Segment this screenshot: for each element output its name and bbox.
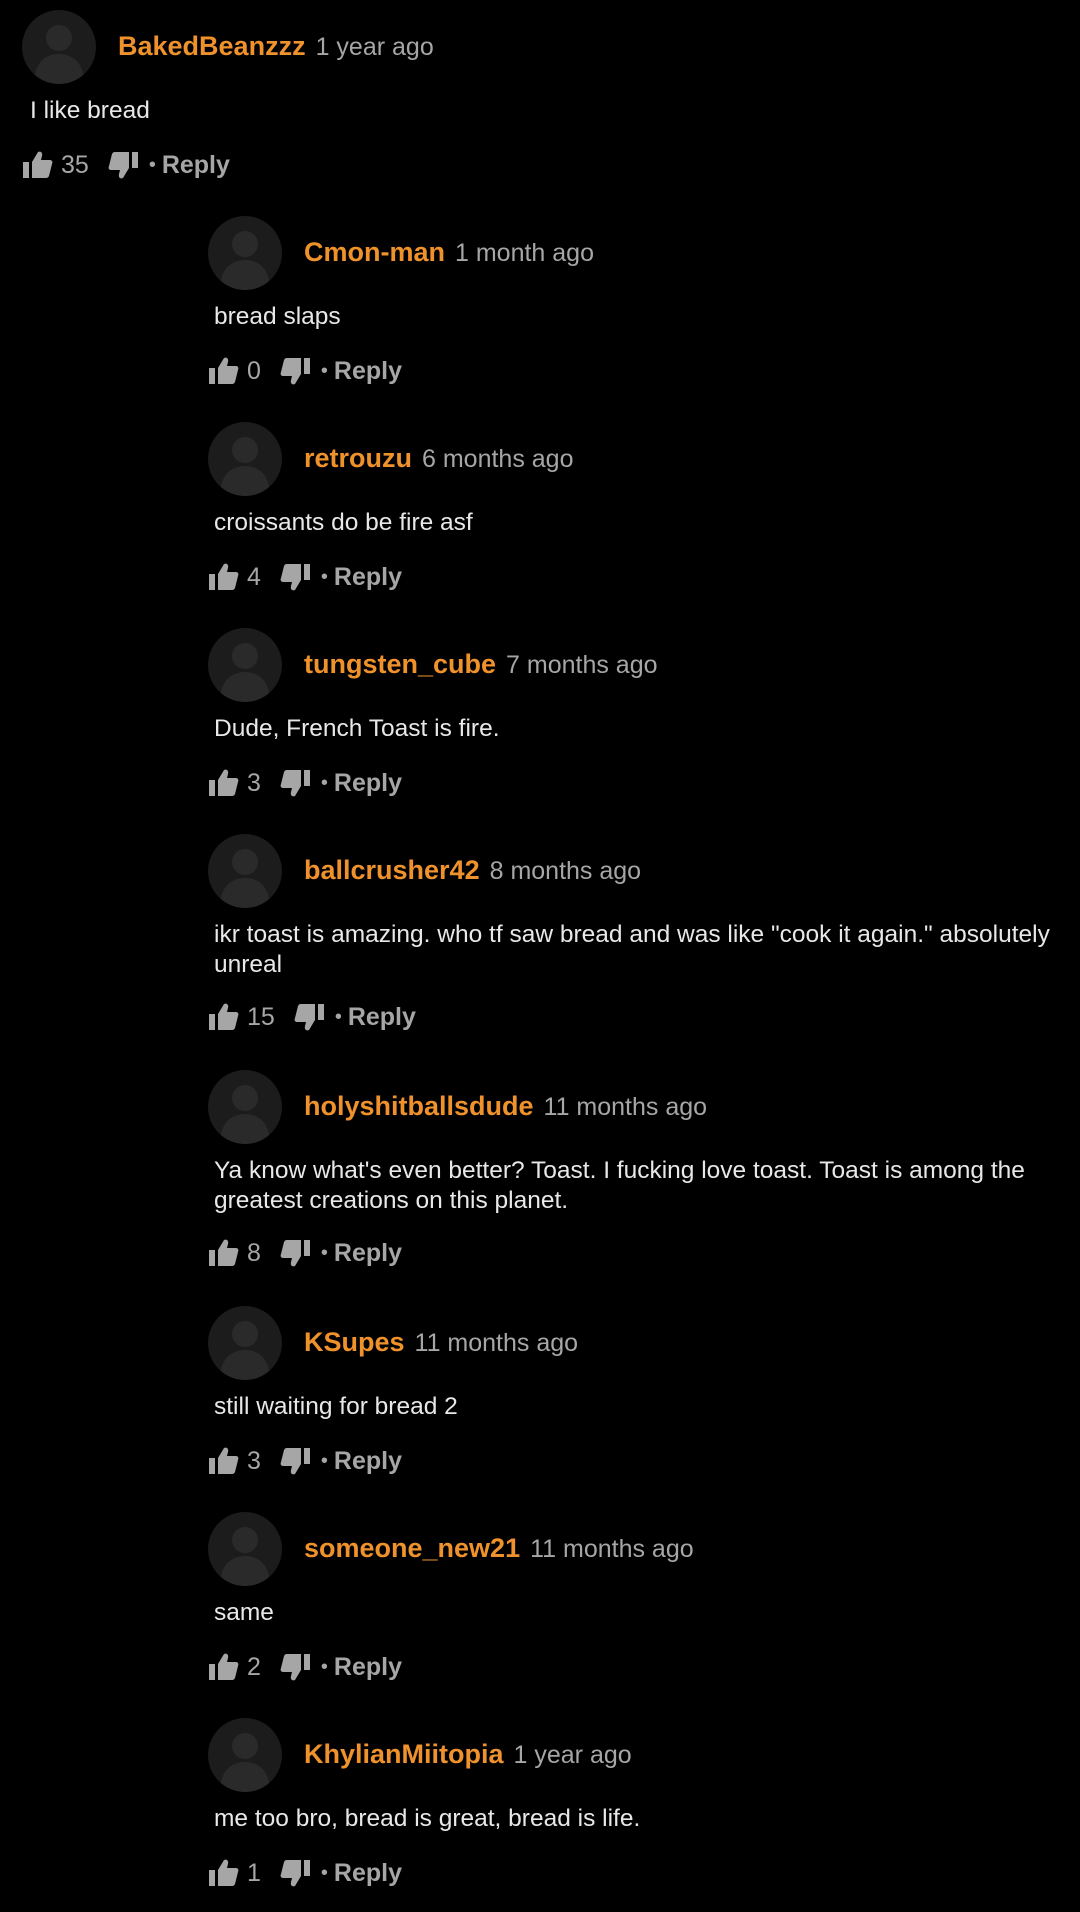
comment-timestamp: 6 months ago bbox=[422, 445, 574, 473]
comment-text: me too bro, bread is great, bread is lif… bbox=[214, 1805, 641, 1832]
separator-dot: • bbox=[320, 359, 328, 382]
default-avatar-icon[interactable] bbox=[208, 422, 282, 496]
reply-button[interactable]: Reply bbox=[334, 1239, 402, 1268]
default-avatar-icon[interactable] bbox=[208, 216, 282, 290]
username-link[interactable]: retrouzu bbox=[304, 443, 412, 473]
separator-dot: • bbox=[320, 771, 328, 794]
thumbs-up-icon[interactable] bbox=[208, 561, 240, 593]
default-avatar-icon[interactable] bbox=[208, 628, 282, 702]
thumbs-up-icon[interactable] bbox=[208, 1651, 240, 1683]
like-count: 8 bbox=[247, 1238, 261, 1267]
default-avatar-icon[interactable] bbox=[208, 834, 282, 908]
thumbs-down-icon[interactable] bbox=[279, 1857, 311, 1889]
thumbs-up-icon[interactable] bbox=[208, 1237, 240, 1269]
default-avatar-icon[interactable] bbox=[208, 1718, 282, 1792]
thumbs-down-icon[interactable] bbox=[279, 1237, 311, 1269]
comment-timestamp: 7 months ago bbox=[506, 651, 658, 679]
separator-dot: • bbox=[320, 1655, 328, 1678]
username-link[interactable]: someone_new21 bbox=[304, 1533, 520, 1563]
username-link[interactable]: holyshitballsdude bbox=[304, 1091, 534, 1121]
separator-dot: • bbox=[320, 1861, 328, 1884]
username-link[interactable]: tungsten_cube bbox=[304, 649, 496, 679]
comment-timestamp: 11 months ago bbox=[414, 1329, 579, 1357]
like-count: 1 bbox=[247, 1858, 261, 1887]
reply-button[interactable]: Reply bbox=[162, 151, 230, 180]
separator-dot: • bbox=[148, 153, 156, 176]
thumbs-up-icon[interactable] bbox=[208, 1445, 240, 1477]
comment-timestamp: 11 months ago bbox=[543, 1093, 708, 1121]
comment-actions: 15 • Reply bbox=[208, 1000, 416, 1034]
comment-text: Dude, French Toast is fire. bbox=[214, 715, 500, 742]
thumbs-up-icon[interactable] bbox=[208, 767, 240, 799]
reply-button[interactable]: Reply bbox=[334, 1653, 402, 1682]
thumbs-down-icon[interactable] bbox=[279, 355, 311, 387]
thumbs-down-icon[interactable] bbox=[293, 1001, 325, 1033]
comment-text: I like bread bbox=[30, 97, 150, 124]
thumbs-up-icon[interactable] bbox=[208, 1857, 240, 1889]
separator-dot: • bbox=[334, 1005, 342, 1028]
default-avatar-icon[interactable] bbox=[208, 1070, 282, 1144]
username-link[interactable]: BakedBeanzzz bbox=[118, 31, 306, 61]
comment-text: still waiting for bread 2 bbox=[214, 1393, 458, 1420]
like-count: 35 bbox=[61, 150, 89, 179]
username-link[interactable]: Cmon-man bbox=[304, 237, 445, 267]
username-link[interactable]: KhylianMiitopia bbox=[304, 1739, 504, 1769]
thumbs-up-icon[interactable] bbox=[208, 1001, 240, 1033]
comment-text: croissants do be fire asf bbox=[214, 509, 473, 536]
comment-actions: 35 • Reply bbox=[22, 148, 230, 182]
separator-dot: • bbox=[320, 565, 328, 588]
comment-text: Ya know what's even better? Toast. I fuc… bbox=[214, 1157, 1025, 1214]
username-link[interactable]: ballcrusher42 bbox=[304, 855, 480, 885]
reply-button[interactable]: Reply bbox=[334, 1447, 402, 1476]
thumbs-down-icon[interactable] bbox=[279, 767, 311, 799]
comment-text: bread slaps bbox=[214, 303, 341, 330]
thumbs-down-icon[interactable] bbox=[279, 1651, 311, 1683]
reply-button[interactable]: Reply bbox=[334, 357, 402, 386]
separator-dot: • bbox=[320, 1241, 328, 1264]
comment-timestamp: 1 year ago bbox=[513, 1741, 632, 1769]
thumbs-up-icon[interactable] bbox=[22, 149, 54, 181]
comment-actions: 1 • Reply bbox=[208, 1856, 402, 1890]
comment-actions: 2 • Reply bbox=[208, 1650, 402, 1684]
like-count: 3 bbox=[247, 768, 261, 797]
comment-actions: 8 • Reply bbox=[208, 1236, 402, 1270]
like-count: 4 bbox=[247, 562, 261, 591]
comment-timestamp: 11 months ago bbox=[530, 1535, 694, 1563]
like-count: 3 bbox=[247, 1446, 261, 1475]
comment-actions: 0 • Reply bbox=[208, 354, 402, 388]
like-count: 2 bbox=[247, 1652, 261, 1681]
thumbs-down-icon[interactable] bbox=[279, 1445, 311, 1477]
comment-text: ikr toast is amazing. who tf saw bread a… bbox=[214, 921, 1050, 978]
comment-text: same bbox=[214, 1599, 274, 1626]
thumbs-down-icon[interactable] bbox=[279, 561, 311, 593]
reply-button[interactable]: Reply bbox=[334, 1859, 402, 1888]
comment-timestamp: 8 months ago bbox=[489, 857, 642, 885]
thumbs-up-icon[interactable] bbox=[208, 355, 240, 387]
comment-timestamp: 1 month ago bbox=[455, 239, 594, 267]
reply-button[interactable]: Reply bbox=[348, 1003, 416, 1032]
comment-timestamp: 1 year ago bbox=[315, 33, 434, 61]
reply-button[interactable]: Reply bbox=[334, 563, 402, 592]
like-count: 0 bbox=[247, 356, 261, 385]
comment-actions: 3 • Reply bbox=[208, 1444, 402, 1478]
username-link[interactable]: KSupes bbox=[304, 1327, 405, 1357]
thumbs-down-icon[interactable] bbox=[107, 149, 139, 181]
separator-dot: • bbox=[320, 1449, 328, 1472]
like-count: 15 bbox=[247, 1002, 275, 1031]
default-avatar-icon[interactable] bbox=[22, 10, 96, 84]
default-avatar-icon[interactable] bbox=[208, 1306, 282, 1380]
reply-button[interactable]: Reply bbox=[334, 769, 402, 798]
comment-actions: 3 • Reply bbox=[208, 766, 402, 800]
comment-actions: 4 • Reply bbox=[208, 560, 402, 594]
default-avatar-icon[interactable] bbox=[208, 1512, 282, 1586]
